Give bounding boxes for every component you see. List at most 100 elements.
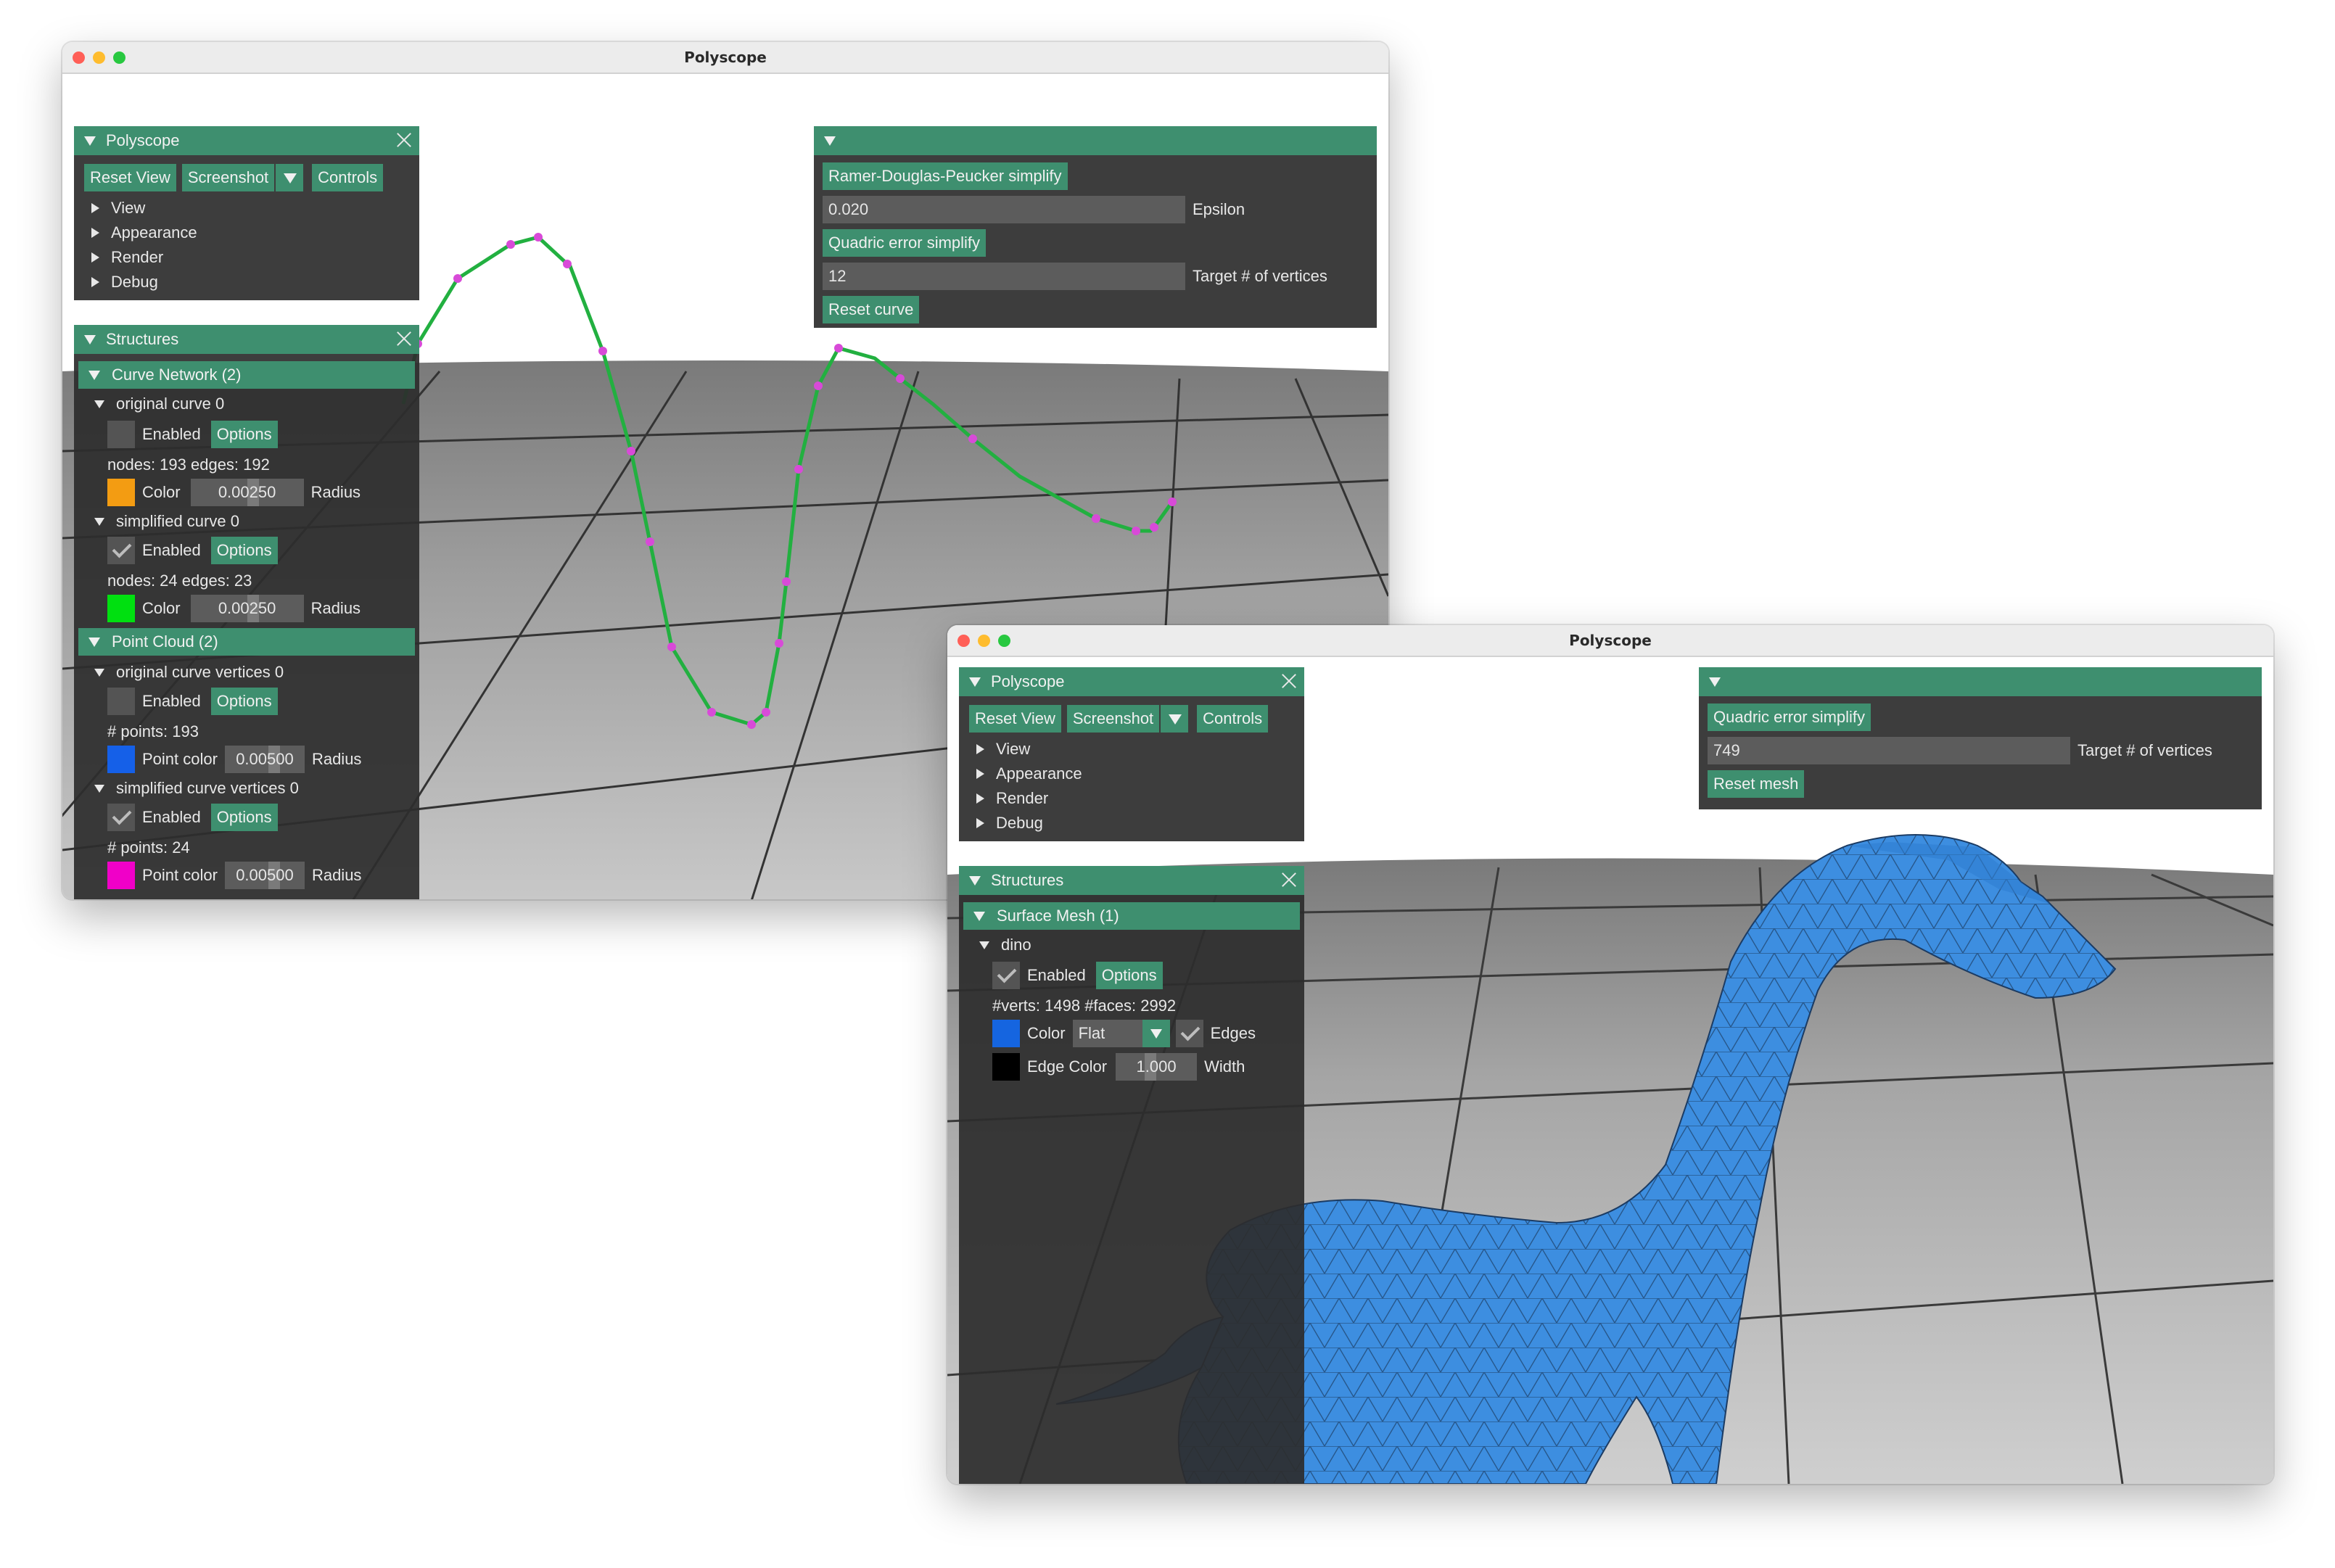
panel-header[interactable]: Structures: [74, 325, 419, 354]
radius-slider[interactable]: 0.00250: [190, 479, 304, 506]
width-value: 1.000: [1136, 1057, 1177, 1076]
epsilon-label: Epsilon: [1193, 200, 1245, 218]
options-button[interactable]: Options: [210, 688, 278, 715]
tree-item-render[interactable]: Render: [91, 248, 163, 267]
screenshot-button[interactable]: Screenshot: [1066, 705, 1160, 733]
color-swatch[interactable]: [107, 479, 135, 506]
polyscope-panel: Polyscope Reset View Screenshot Controls…: [959, 667, 1304, 841]
panel-header[interactable]: Structures: [959, 866, 1304, 895]
edge-color-swatch[interactable]: [992, 1053, 1020, 1081]
minimize-window-button[interactable]: [978, 635, 990, 647]
target-vertices-input[interactable]: 12: [823, 263, 1185, 290]
enabled-checkbox[interactable]: [107, 421, 135, 448]
collapse-icon: [94, 517, 104, 526]
reset-view-button[interactable]: Reset View: [84, 164, 176, 191]
tree-label: Render: [996, 789, 1049, 807]
tree-label: View: [996, 740, 1031, 758]
tree-item-debug[interactable]: Debug: [91, 273, 158, 292]
rdp-simplify-button[interactable]: Ramer-Douglas-Peucker simplify: [823, 162, 1068, 190]
minimize-window-button[interactable]: [93, 51, 105, 64]
edges-checkbox[interactable]: [1175, 1020, 1203, 1047]
panel-title: Structures: [991, 871, 1064, 889]
tree-item-appearance[interactable]: Appearance: [976, 764, 1082, 783]
panel-header[interactable]: Polyscope: [74, 126, 419, 155]
curve-network-header[interactable]: Curve Network (2): [78, 361, 415, 389]
original-vertices-node[interactable]: original curve vertices 0: [94, 663, 284, 682]
enabled-checkbox[interactable]: [107, 688, 135, 715]
structure-name: dino: [1001, 936, 1031, 954]
screenshot-dropdown[interactable]: [1161, 705, 1189, 733]
zoom-window-button[interactable]: [998, 635, 1010, 647]
tree-item-render[interactable]: Render: [976, 789, 1048, 808]
enabled-label: Enabled: [142, 541, 201, 559]
reset-mesh-button[interactable]: Reset mesh: [1708, 770, 1805, 798]
options-button[interactable]: Options: [1095, 962, 1163, 989]
panel-header[interactable]: [814, 126, 1377, 155]
expand-icon: [91, 252, 99, 263]
enabled-checkbox[interactable]: [992, 962, 1020, 989]
point-cloud-header[interactable]: Point Cloud (2): [78, 628, 415, 656]
zoom-window-button[interactable]: [113, 51, 125, 64]
close-icon[interactable]: [396, 132, 412, 148]
tree-item-view[interactable]: View: [976, 740, 1030, 759]
tree-item-debug[interactable]: Debug: [976, 814, 1043, 833]
shade-style-select[interactable]: Flat: [1072, 1020, 1170, 1047]
collapse-icon[interactable]: [824, 136, 836, 146]
tree-item-view[interactable]: View: [91, 199, 145, 218]
surface-mesh-header[interactable]: Surface Mesh (1): [963, 902, 1300, 930]
dino-node[interactable]: dino: [979, 936, 1031, 954]
panel-header[interactable]: Polyscope: [959, 667, 1304, 696]
color-swatch[interactable]: [107, 862, 135, 889]
toolbar: Reset View Screenshot Controls: [84, 164, 389, 191]
radius-value: 0.00250: [218, 483, 276, 501]
epsilon-input[interactable]: 0.020: [823, 196, 1185, 223]
close-icon[interactable]: [1281, 872, 1297, 888]
controls-button[interactable]: Controls: [312, 164, 384, 191]
options-button[interactable]: Options: [210, 804, 278, 831]
edges-label: Edges: [1210, 1024, 1256, 1042]
quadric-simplify-button[interactable]: Quadric error simplify: [823, 229, 987, 257]
enabled-checkbox[interactable]: [107, 537, 135, 564]
collapse-icon[interactable]: [969, 875, 981, 886]
reset-curve-button[interactable]: Reset curve: [823, 296, 920, 323]
radius-value: 0.00500: [236, 750, 294, 768]
color-swatch[interactable]: [107, 595, 135, 622]
original-curve-node[interactable]: original curve 0: [94, 395, 224, 413]
collapse-icon[interactable]: [969, 677, 981, 687]
panel-title: Polyscope: [991, 672, 1065, 690]
section-title: Curve Network (2): [112, 366, 242, 384]
close-window-button[interactable]: [73, 51, 85, 64]
color-swatch[interactable]: [992, 1020, 1020, 1047]
radius-slider[interactable]: 0.00500: [224, 746, 305, 773]
screenshot-button[interactable]: Screenshot: [181, 164, 275, 191]
edge-width-slider[interactable]: 1.000: [1116, 1053, 1198, 1081]
collapse-icon[interactable]: [1709, 677, 1721, 687]
tree-item-appearance[interactable]: Appearance: [91, 223, 197, 242]
collapse-icon: [88, 370, 100, 380]
reset-view-button[interactable]: Reset View: [969, 705, 1061, 733]
screenshot-dropdown[interactable]: [276, 164, 304, 191]
radius-slider[interactable]: 0.00250: [190, 595, 304, 622]
3d-viewport[interactable]: Polyscope Reset View Screenshot Controls…: [947, 657, 2273, 1484]
chevron-down-icon[interactable]: [1142, 1020, 1170, 1047]
options-button[interactable]: Options: [210, 537, 278, 564]
quadric-simplify-button[interactable]: Quadric error simplify: [1708, 703, 1871, 731]
close-window-button[interactable]: [958, 635, 970, 647]
panel-header[interactable]: [1699, 667, 2262, 696]
color-swatch[interactable]: [107, 746, 135, 773]
collapse-icon[interactable]: [84, 136, 96, 146]
target-vertices-input[interactable]: 749: [1708, 737, 2070, 764]
close-icon[interactable]: [1281, 673, 1297, 689]
simplified-vertices-node[interactable]: simplified curve vertices 0: [94, 779, 299, 798]
close-icon[interactable]: [396, 331, 412, 347]
collapse-icon[interactable]: [84, 334, 96, 344]
collapse-icon: [973, 911, 985, 921]
options-button[interactable]: Options: [210, 421, 278, 448]
enabled-checkbox[interactable]: [107, 804, 135, 831]
polyscope-panel: Polyscope Reset View Screenshot Controls…: [74, 126, 419, 300]
expand-icon: [976, 769, 984, 779]
radius-slider[interactable]: 0.00500: [224, 862, 305, 889]
radius-label: Radius: [310, 483, 361, 501]
simplified-curve-node[interactable]: simplified curve 0: [94, 512, 239, 531]
controls-button[interactable]: Controls: [1197, 705, 1269, 733]
